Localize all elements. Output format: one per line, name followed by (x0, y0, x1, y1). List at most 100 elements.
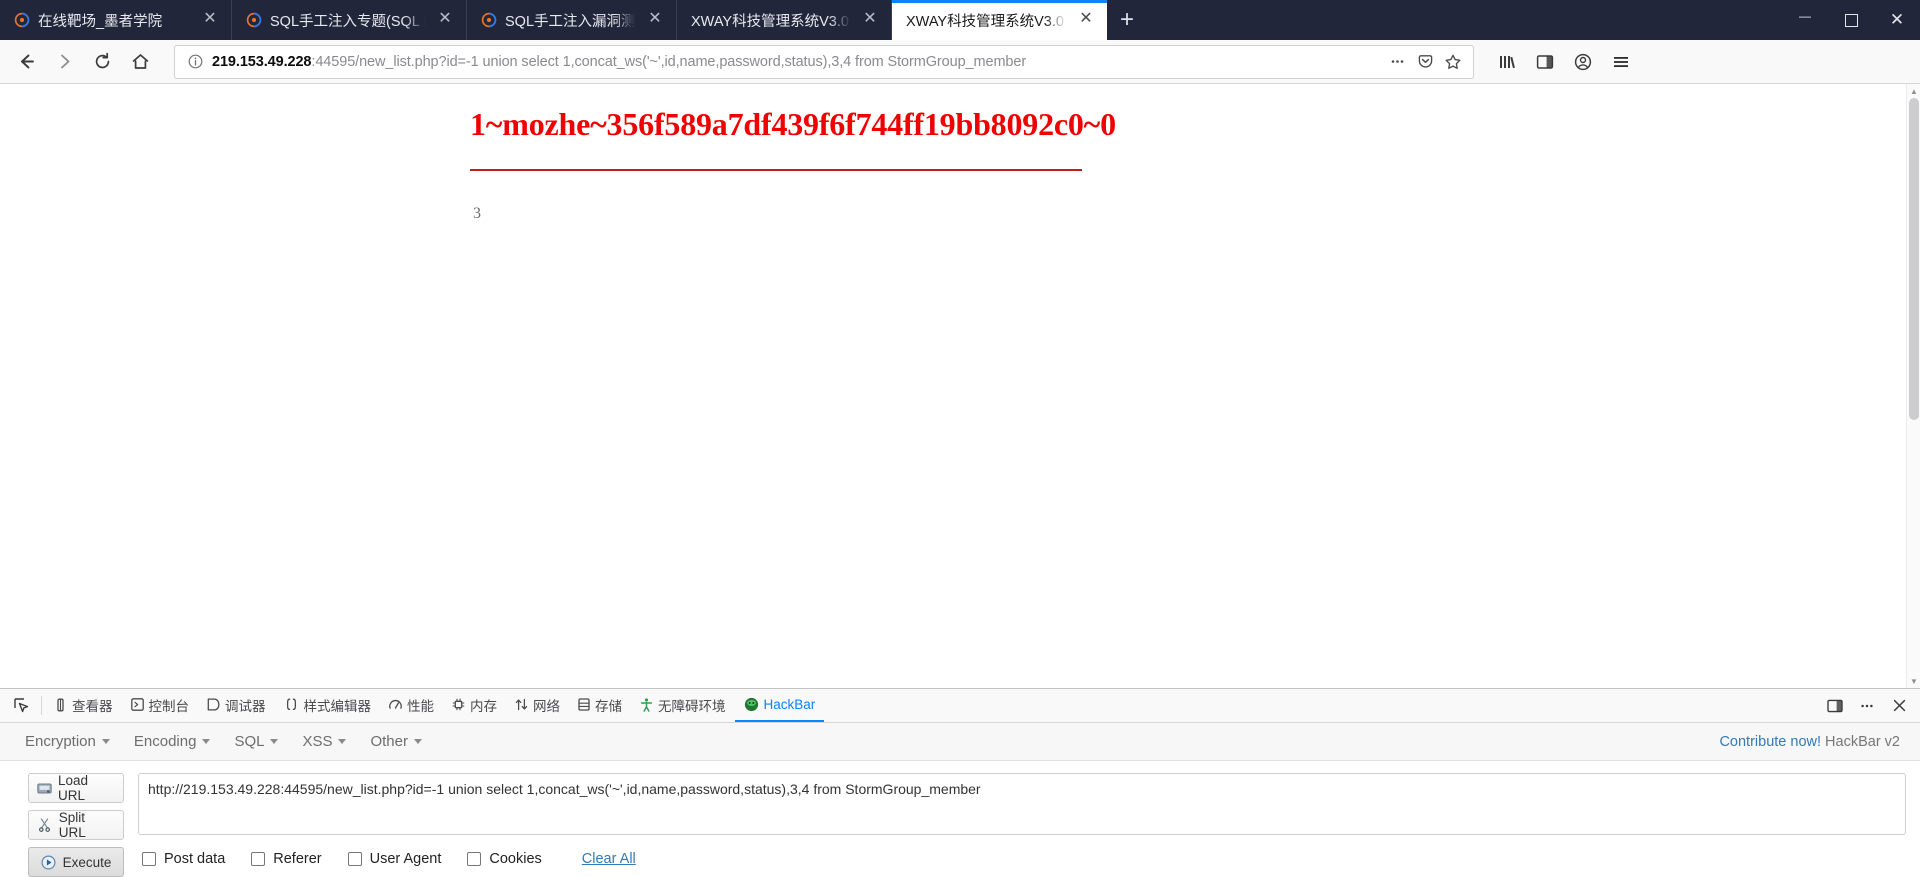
new-tab-button[interactable]: + (1107, 0, 1147, 40)
close-icon[interactable] (1884, 691, 1914, 721)
devtools-tab-style-editor[interactable]: 样式编辑器 (275, 689, 381, 722)
inspector-icon (54, 698, 67, 712)
hackbar-menu-sql[interactable]: SQL (223, 727, 289, 756)
debugger-icon (207, 698, 220, 711)
option-user-agent[interactable]: User Agent (347, 851, 441, 867)
toolbar-divider (41, 696, 42, 715)
browser-tab-label: 在线靶场_墨者学院 (38, 13, 163, 30)
tab-close-icon[interactable]: ✕ (644, 9, 666, 31)
page-vertical-scrollbar[interactable]: ▲ ▼ (1906, 84, 1920, 688)
browser-tab-5-active[interactable]: XWAY科技管理系统V3.0 ✕ (892, 0, 1107, 40)
element-picker-icon[interactable] (4, 689, 38, 722)
tab-close-icon[interactable]: ✕ (859, 9, 881, 31)
hackbar-menu-xss[interactable]: XSS (291, 727, 357, 756)
minimize-icon[interactable] (1782, 0, 1828, 40)
devtools-tab-storage[interactable]: 存储 (569, 689, 631, 722)
devtools-tab-console[interactable]: 控制台 (122, 689, 199, 722)
split-url-button[interactable]: Split URL (28, 810, 124, 840)
hackbar-options-row: Post data Referer User Agent Cookies Cle… (138, 835, 1906, 867)
browser-tab-label: XWAY科技管理系统V3.0 (691, 13, 849, 30)
cookies-checkbox[interactable] (467, 852, 482, 866)
option-cookies[interactable]: Cookies (467, 851, 542, 867)
maximize-icon[interactable] (1828, 0, 1874, 40)
hackbar-url-textarea[interactable]: http://219.153.49.228:44595/new_list.php… (138, 773, 1906, 835)
menu-label: Other (370, 733, 408, 750)
devtools-tab-label: HackBar (763, 697, 816, 712)
hackbar-menu-encryption[interactable]: Encryption (14, 727, 121, 756)
clear-all-link[interactable]: Clear All (582, 851, 636, 867)
devtools-right-controls (1820, 689, 1920, 722)
post-data-checkbox[interactable] (142, 852, 156, 866)
contribute-link[interactable]: Contribute now! (1719, 734, 1821, 750)
browser-tab-2[interactable]: SQL手工注入专题(SQL Injection ✕ (232, 0, 467, 40)
browser-tab-4[interactable]: XWAY科技管理系统V3.0 ✕ (677, 0, 892, 40)
performance-icon (389, 698, 402, 711)
devtools-tab-label: 查看器 (72, 698, 113, 714)
load-url-button[interactable]: Load URL (28, 773, 124, 803)
home-icon[interactable] (122, 45, 158, 79)
devtools-tab-memory[interactable]: 内存 (443, 689, 506, 722)
page-content-area: 1~mozhe~356f589a7df439f6f744ff19bb8092c0… (0, 84, 1920, 688)
sidebar-icon[interactable] (1528, 45, 1562, 79)
option-post-data[interactable]: Post data (142, 851, 225, 867)
devtools-tab-performance[interactable]: 性能 (380, 689, 443, 722)
devtools-tab-network[interactable]: 网络 (506, 689, 569, 722)
scroll-up-arrow-icon[interactable]: ▲ (1907, 84, 1920, 98)
hackbar-menubar: Encryption Encoding SQL XSS Other Contri… (0, 723, 1920, 761)
devtools-tab-label: 网络 (533, 698, 560, 714)
url-path: :44595/new_list.php?id=-1 union select 1… (311, 53, 1027, 70)
devtools-tab-debugger[interactable]: 调试器 (198, 689, 275, 722)
option-referer[interactable]: Referer (251, 851, 322, 867)
firefox-icon (246, 12, 262, 28)
devtools-tab-label: 性能 (407, 698, 434, 714)
browser-tab-3[interactable]: SQL手工注入漏洞测试(MySQL ✕ (467, 0, 677, 40)
firefox-icon (14, 12, 30, 28)
browser-tab-label: SQL手工注入专题(SQL Injection (270, 13, 426, 30)
library-icon[interactable] (1490, 45, 1524, 79)
back-arrow-icon[interactable] (8, 45, 44, 79)
title-divider (470, 169, 1082, 171)
account-icon[interactable] (1566, 45, 1600, 79)
load-url-icon (37, 780, 52, 796)
user-agent-checkbox[interactable] (347, 852, 362, 866)
ellipsis-icon[interactable] (1383, 48, 1411, 76)
execute-button[interactable]: Execute (28, 847, 124, 877)
page-secondary-text: 3 (473, 205, 481, 222)
button-label: Execute (62, 854, 112, 870)
hackbar-menu-encoding[interactable]: Encoding (123, 727, 222, 756)
devtools-tab-label: 存储 (595, 698, 622, 714)
memory-icon (452, 698, 465, 711)
info-circle-icon[interactable] (185, 54, 205, 69)
scrollbar-thumb[interactable] (1909, 98, 1919, 420)
forward-arrow-icon[interactable] (46, 45, 82, 79)
tab-close-icon[interactable]: ✕ (1075, 9, 1097, 31)
devtools-tab-inspector[interactable]: 查看器 (45, 689, 122, 722)
tab-close-icon[interactable]: ✕ (199, 9, 221, 31)
firefox-icon (481, 12, 497, 28)
ellipsis-icon[interactable] (1852, 691, 1882, 721)
page-title: 1~mozhe~356f589a7df439f6f744ff19bb8092c0… (470, 106, 1116, 142)
scroll-down-arrow-icon[interactable]: ▼ (1907, 674, 1920, 688)
devtools-tab-hackbar[interactable]: HackBar (734, 689, 825, 722)
hackbar-menu-other[interactable]: Other (359, 727, 433, 756)
storage-icon (578, 698, 590, 711)
browser-tab-1[interactable]: 在线靶场_墨者学院 ✕ (0, 0, 232, 40)
hackbar-version-label: HackBar v2 (1825, 733, 1900, 750)
star-icon[interactable] (1439, 48, 1467, 76)
close-icon[interactable] (1874, 0, 1920, 40)
reload-icon[interactable] (84, 45, 120, 79)
devtools-tab-label: 调试器 (225, 698, 266, 714)
url-input[interactable]: 219.153.49.228:44595/new_list.php?id=-1 … (205, 54, 1383, 70)
dock-panel-icon[interactable] (1820, 691, 1850, 721)
pocket-icon[interactable] (1411, 48, 1439, 76)
menu-label: SQL (234, 733, 265, 750)
hackbar-icon (744, 697, 759, 712)
url-bar[interactable]: 219.153.49.228:44595/new_list.php?id=-1 … (174, 44, 1474, 79)
menu-label: XSS (302, 733, 333, 750)
tab-close-icon[interactable]: ✕ (434, 9, 456, 31)
devtools-tab-accessibility[interactable]: 无障碍环境 (631, 689, 735, 722)
rendered-page: 1~mozhe~356f589a7df439f6f744ff19bb8092c0… (0, 84, 1906, 688)
referer-checkbox[interactable] (251, 852, 266, 866)
hamburger-menu-icon[interactable] (1604, 45, 1638, 79)
option-label: Cookies (489, 851, 542, 867)
